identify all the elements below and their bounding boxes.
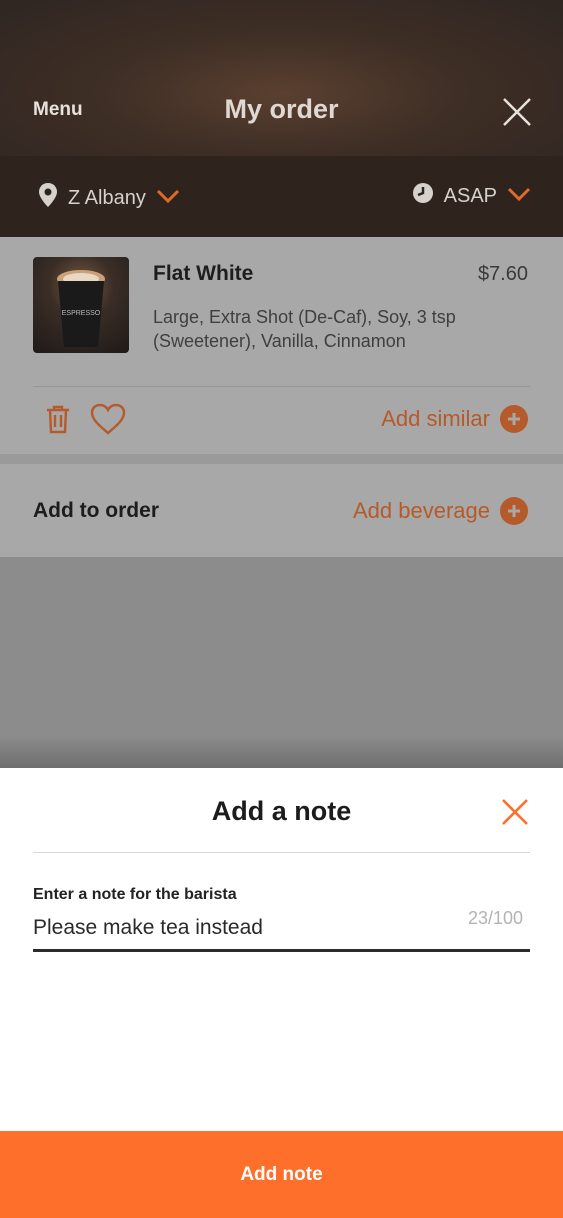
trash-icon[interactable] bbox=[44, 404, 72, 439]
close-icon[interactable] bbox=[500, 797, 530, 827]
barista-note-input[interactable] bbox=[33, 910, 453, 946]
store-selector[interactable]: Z Albany bbox=[38, 182, 180, 214]
add-note-button[interactable]: Add note bbox=[0, 1131, 563, 1218]
item-options: Large, Extra Shot (De-Caf), Soy, 3 tsp (… bbox=[153, 307, 456, 351]
modal-backdrop[interactable] bbox=[0, 557, 563, 768]
add-to-order-row: Add to order Add beverage bbox=[0, 464, 563, 557]
add-to-order-label: Add to order bbox=[33, 499, 159, 522]
plus-icon bbox=[500, 405, 528, 433]
plus-icon bbox=[500, 497, 528, 525]
divider bbox=[33, 852, 530, 853]
location-bar: Z Albany ASAP bbox=[0, 156, 563, 237]
item-price: $7.60 bbox=[477, 263, 528, 285]
divider bbox=[33, 386, 530, 387]
character-counter: 23/100 bbox=[467, 908, 523, 928]
page-title: My order bbox=[224, 94, 339, 124]
header: Menu My order bbox=[0, 0, 563, 156]
sheet-title: Add a note bbox=[211, 796, 352, 826]
add-similar-button[interactable]: Add similar bbox=[381, 405, 528, 433]
add-similar-label: Add similar bbox=[381, 406, 490, 431]
add-beverage-label: Add beverage bbox=[353, 498, 490, 523]
clock-icon bbox=[412, 182, 434, 210]
heart-icon[interactable] bbox=[90, 403, 126, 440]
location-pin-icon bbox=[38, 182, 58, 214]
product-thumbnail: ESPRESSO bbox=[33, 257, 129, 353]
pickup-time: ASAP bbox=[443, 184, 497, 207]
section-separator bbox=[0, 454, 563, 464]
input-underline bbox=[33, 949, 530, 952]
order-item-card: ESPRESSO Flat White $7.60 Large, Extra S… bbox=[0, 237, 563, 454]
svg-text:ESPRESSO: ESPRESSO bbox=[62, 310, 101, 317]
add-beverage-button[interactable]: Add beverage bbox=[353, 497, 528, 525]
chevron-down-icon bbox=[507, 185, 531, 208]
pickup-time-selector[interactable]: ASAP bbox=[412, 182, 531, 210]
item-name: Flat White bbox=[153, 262, 254, 285]
note-field-label: Enter a note for the barista bbox=[33, 886, 237, 903]
store-name: Z Albany bbox=[68, 186, 146, 209]
chevron-down-icon bbox=[156, 187, 180, 210]
close-icon[interactable] bbox=[500, 95, 534, 129]
